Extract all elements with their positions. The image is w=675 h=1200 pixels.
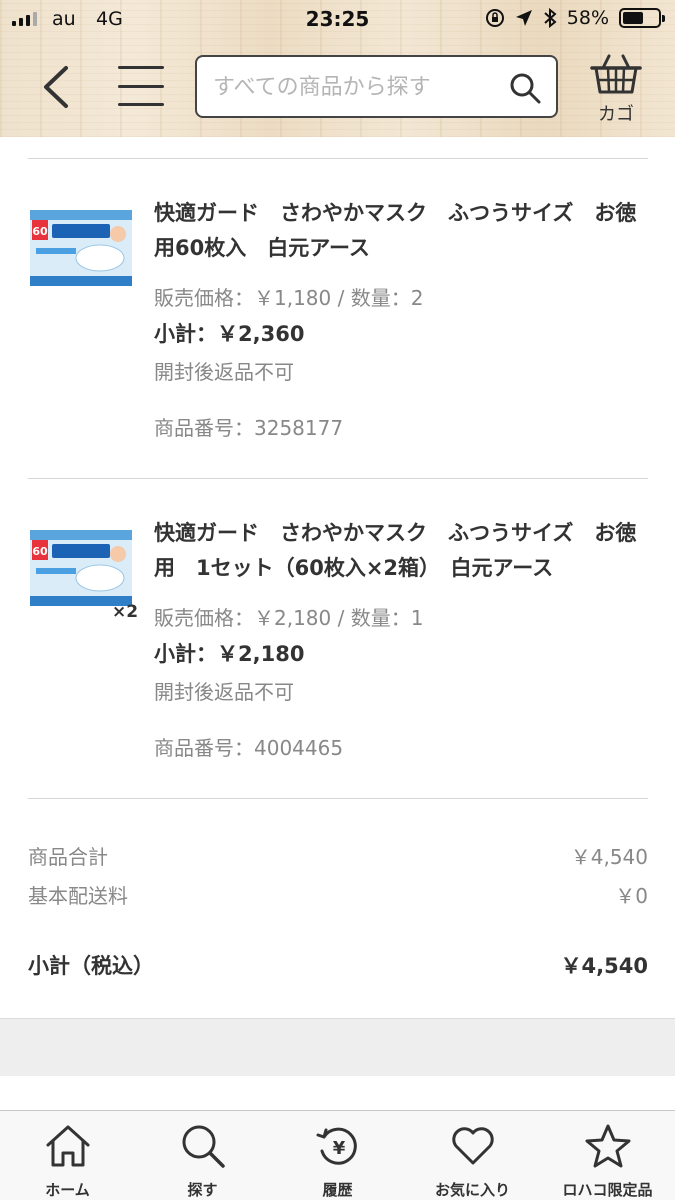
divider xyxy=(28,158,648,159)
goods-total-label: 商品合計 xyxy=(28,845,108,869)
tab-search[interactable]: 探す xyxy=(135,1111,270,1200)
subtotal-row: 小計（税込） ￥4,540 xyxy=(28,950,648,980)
cart-label: カゴ xyxy=(598,104,634,125)
search-input[interactable] xyxy=(213,69,503,105)
tab-label: ホーム xyxy=(45,1181,90,1199)
bluetooth-icon xyxy=(544,8,557,28)
heart-icon xyxy=(451,1127,494,1165)
tab-lohaco-limited[interactable]: ロハコ限定品 xyxy=(540,1111,675,1200)
back-chevron-icon[interactable] xyxy=(36,62,76,112)
tab-favorites[interactable]: お気に入り xyxy=(405,1111,540,1200)
search-box[interactable] xyxy=(195,55,558,118)
battery-icon xyxy=(619,8,665,28)
basket-icon xyxy=(590,54,642,94)
subtotal-label: 小計（税込） xyxy=(28,954,154,978)
mask-product-image[interactable]: 60 xyxy=(30,530,132,606)
tab-history[interactable]: ¥ 履歴 xyxy=(270,1111,405,1200)
tab-label: 履歴 xyxy=(322,1181,353,1199)
divider xyxy=(28,798,648,799)
goods-total-value: ￥4,540 xyxy=(570,845,648,869)
svg-text:¥: ¥ xyxy=(332,1138,345,1159)
home-icon xyxy=(46,1125,89,1167)
tab-label: ロハコ限定品 xyxy=(562,1181,653,1199)
product-name[interactable]: 快適ガード さわやかマスク ふつうサイズ お徳用 1セット（60枚入×2箱） 白… xyxy=(154,516,644,586)
item-subtotal: 小計：￥2,360 xyxy=(154,322,305,346)
star-icon xyxy=(585,1124,630,1168)
hamburger-menu-icon[interactable] xyxy=(118,66,164,106)
history-yen-icon: ¥ xyxy=(316,1127,357,1165)
battery-percent: 58% xyxy=(566,7,609,29)
price-quantity: 販売価格：￥1,180 / 数量：2 xyxy=(154,286,424,310)
search-icon[interactable] xyxy=(508,71,542,105)
orientation-lock-icon xyxy=(485,9,504,27)
search-icon xyxy=(182,1125,225,1168)
location-arrow-icon xyxy=(515,10,532,26)
product-number: 商品番号：4004465 xyxy=(154,736,344,760)
goods-total-row: 商品合計 ￥4,540 xyxy=(28,841,648,870)
price-quantity: 販売価格：￥2,180 / 数量：1 xyxy=(154,606,424,630)
svg-text:60: 60 xyxy=(32,545,48,558)
app-header: au 4G 23:25 58% カゴ xyxy=(0,0,675,137)
shipping-row: 基本配送料 ￥0 xyxy=(28,880,648,909)
cart-button[interactable]: カゴ xyxy=(586,52,646,125)
shipping-value: ￥0 xyxy=(615,884,648,908)
return-note: 開封後返品不可 xyxy=(154,360,294,384)
tab-label: お気に入り xyxy=(434,1181,510,1199)
status-bar: au 4G 23:25 58% xyxy=(0,0,675,40)
return-note: 開封後返品不可 xyxy=(154,680,294,704)
divider xyxy=(28,478,648,479)
section-spacer xyxy=(0,1018,675,1076)
tab-home[interactable]: ホーム xyxy=(0,1111,135,1200)
mask-product-image[interactable]: 60 xyxy=(30,210,132,286)
product-name[interactable]: 快適ガード さわやかマスク ふつうサイズ お徳用60枚入 白元アース xyxy=(154,196,644,266)
tab-label: 探す xyxy=(187,1181,218,1199)
bottom-tab-bar: ホーム 探す ¥ 履歴 お気に入り ロハコ限定品 xyxy=(0,1110,675,1200)
set-quantity-mark: ×2 xyxy=(112,602,139,622)
shipping-label: 基本配送料 xyxy=(28,884,128,908)
product-number: 商品番号：3258177 xyxy=(154,416,344,440)
subtotal-value: ￥4,540 xyxy=(560,954,648,978)
item-subtotal: 小計：￥2,180 xyxy=(154,642,305,666)
svg-text:60: 60 xyxy=(32,225,48,238)
